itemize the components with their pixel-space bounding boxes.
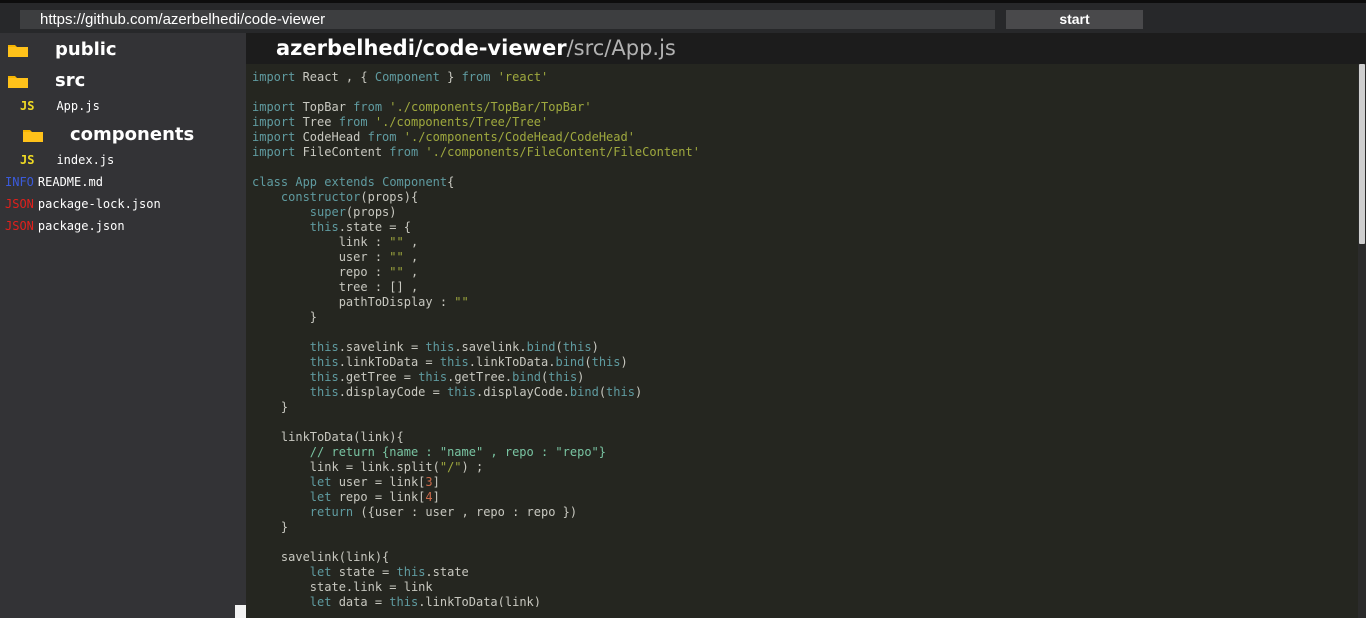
tree-file-label: package.json (37, 219, 125, 233)
code-line: this.savelink = this.savelink.bind(this) (309, 340, 599, 354)
json-file-icon: JSON (5, 219, 34, 233)
top-bar: https://github.com/azerbelhedi/code-view… (0, 0, 1366, 33)
code-line: constructor(props){ (280, 190, 419, 204)
code-line: link : "" , (252, 235, 419, 249)
tree-folder-label: public (55, 39, 117, 60)
code-line: this.linkToData = this.linkToData.bind(t… (309, 355, 628, 369)
code-line: import Tree from './components/Tree/Tree… (252, 115, 549, 129)
start-button[interactable]: start (1006, 10, 1143, 29)
code-line: link = link.split("/") ; (252, 460, 484, 474)
tree-file-readme[interactable]: INFO README.md (5, 175, 103, 189)
tree-folder-components[interactable]: components (22, 124, 194, 145)
code-line: repo : "" , (252, 265, 419, 279)
code-line: class App extends Component{ (252, 175, 455, 189)
code-line: import React , { Component } from 'react… (252, 70, 549, 84)
code-line: user : "" , (252, 250, 419, 264)
folder-icon (22, 127, 44, 143)
tree-file-label: App.js (56, 99, 100, 113)
tree-file-package-lock[interactable]: JSON package-lock.json (5, 197, 161, 211)
tree-folder-label: src (55, 70, 86, 91)
code-line: } (252, 520, 289, 534)
tree-folder-public[interactable]: public (7, 39, 117, 60)
code-line: savelink(link){ (252, 550, 390, 564)
code-line: return ({user : user , repo : repo }) (309, 505, 578, 519)
code-path-title: azerbelhedi/code-viewer/src/App.js (276, 36, 676, 60)
code-line: this.state = { (309, 220, 411, 234)
code-line: let data = this.linkToData(link) (309, 595, 542, 607)
tree-file-label: package-lock.json (37, 197, 161, 211)
code-line: import TopBar from './components/TopBar/… (252, 100, 592, 114)
info-file-icon: INFO (5, 175, 34, 189)
code-line: this.getTree = this.getTree.bind(this) (309, 370, 585, 384)
code-line: import FileContent from './components/Fi… (252, 145, 700, 159)
code-line: } (252, 400, 289, 414)
file-tree-sidebar: public src JS App.js components JS index… (0, 33, 246, 618)
repo-url-input[interactable]: https://github.com/azerbelhedi/code-view… (20, 10, 995, 29)
tree-file-package-json[interactable]: JSON package.json (5, 219, 125, 233)
tree-file-label: README.md (37, 175, 103, 189)
code-viewer[interactable]: import React , { Component } from 'react… (246, 64, 1358, 607)
code-line: } (252, 310, 318, 324)
code-line: linkToData(link){ (252, 430, 404, 444)
code-line: // return {name : "name" , repo : "repo"… (252, 445, 607, 459)
code-bottom-strip (246, 607, 1358, 618)
code-line: pathToDisplay : "" (252, 295, 469, 309)
folder-icon (7, 42, 29, 58)
code-line: let state = this.state (309, 565, 469, 579)
code-line: import CodeHead from './components/CodeH… (252, 130, 635, 144)
code-line: super(props) (309, 205, 397, 219)
tree-folder-src[interactable]: src (7, 70, 85, 91)
sidebar-resize-corner (235, 605, 246, 618)
tree-file-index-js[interactable]: JS index.js (20, 153, 114, 167)
js-file-icon: JS (20, 153, 35, 167)
tree-folder-label: components (70, 124, 195, 145)
json-file-icon: JSON (5, 197, 34, 211)
scrollbar-thumb[interactable] (1359, 64, 1365, 244)
vertical-scrollbar[interactable] (1358, 64, 1366, 618)
code-line: let repo = link[4] (309, 490, 440, 504)
tree-file-app-js[interactable]: JS App.js (20, 99, 100, 113)
js-file-icon: JS (20, 99, 35, 113)
code-line: this.displayCode = this.displayCode.bind… (309, 385, 643, 399)
code-line: state.link = link (252, 580, 433, 594)
file-path: /src/App.js (566, 36, 676, 60)
repo-name: azerbelhedi/code-viewer (276, 36, 567, 60)
code-line: let user = link[3] (309, 475, 440, 489)
code-head: azerbelhedi/code-viewer/src/App.js (246, 33, 1366, 64)
code-line: tree : [] , (252, 280, 419, 294)
folder-icon (7, 73, 29, 89)
tree-file-label: index.js (56, 153, 115, 167)
